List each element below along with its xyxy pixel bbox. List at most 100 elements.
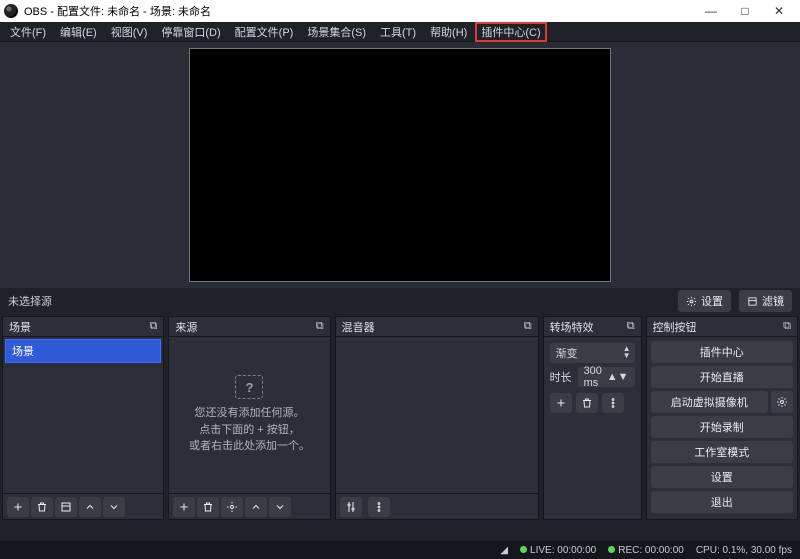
popout-icon[interactable]: ⧉ [783, 320, 791, 333]
remove-transition-button[interactable] [576, 393, 598, 413]
scene-up-button[interactable] [79, 497, 101, 517]
titlebar: OBS - 配置文件: 未命名 - 场景: 未命名 — □ ✕ [0, 0, 800, 22]
scene-filters-button[interactable] [55, 497, 77, 517]
exit-button[interactable]: 退出 [651, 491, 793, 513]
add-transition-button[interactable] [550, 393, 572, 413]
mixer-header: 混音器 ⧉ [336, 317, 538, 337]
mixer-title: 混音器 [342, 319, 375, 335]
spinner-icon: ▲▼ [623, 345, 631, 359]
maximize-button[interactable]: □ [728, 0, 762, 22]
close-button[interactable]: ✕ [762, 0, 796, 22]
menu-profile[interactable]: 配置文件(P) [229, 22, 300, 42]
remove-source-button[interactable] [197, 497, 219, 517]
transitions-title: 转场特效 [550, 319, 594, 335]
controls-dock: 控制按钮 ⧉ 插件中心 开始直播 启动虚拟摄像机 开始录制 工作室模式 设置 退… [646, 316, 798, 520]
transition-type-value: 渐变 [556, 345, 578, 361]
empty-text-1: 您还没有添加任何源。 [194, 405, 304, 422]
sources-title: 来源 [175, 319, 197, 335]
duration-input[interactable]: 300 ms ▲▼ [578, 367, 635, 387]
mixer-dock: 混音器 ⧉ [335, 316, 539, 520]
start-recording-button[interactable]: 开始录制 [651, 416, 793, 438]
controls-body: 插件中心 开始直播 启动虚拟摄像机 开始录制 工作室模式 设置 退出 [647, 337, 797, 519]
statusbar: ◢ LIVE: 00:00:00 REC: 00:00:00 CPU: 0.1%… [0, 541, 800, 559]
popout-icon[interactable]: ⧉ [627, 320, 635, 333]
add-source-button[interactable] [173, 497, 195, 517]
menubar: 文件(F)编辑(E)视图(V)停靠窗口(D)配置文件(P)场景集合(S)工具(T… [0, 22, 800, 42]
filters-label: 滤镜 [762, 293, 784, 309]
start-virtual-camera-button[interactable]: 启动虚拟摄像机 [651, 391, 768, 413]
menu-help[interactable]: 帮助(H) [424, 22, 473, 42]
preview-canvas[interactable] [189, 48, 611, 282]
transition-buttons [550, 393, 635, 413]
mixer-toolbar [336, 493, 538, 519]
source-down-button[interactable] [269, 497, 291, 517]
plugin-center-button[interactable]: 插件中心 [651, 341, 793, 363]
settings-button[interactable]: 设置 [651, 466, 793, 488]
menu-tools[interactable]: 工具(T) [374, 22, 422, 42]
scenes-dock: 场景 ⧉ 场景 [2, 316, 164, 520]
preview-area [0, 42, 800, 288]
properties-label: 设置 [701, 293, 723, 309]
scene-down-button[interactable] [103, 497, 125, 517]
scenes-header: 场景 ⧉ [3, 317, 163, 337]
duration-row: 时长 300 ms ▲▼ [550, 367, 635, 387]
signal-icon: ◢ [500, 545, 508, 556]
question-icon: ? [235, 375, 263, 399]
studio-mode-button[interactable]: 工作室模式 [651, 441, 793, 463]
scenes-body[interactable]: 场景 [3, 337, 163, 493]
mixer-settings-button[interactable] [340, 497, 362, 517]
window-controls: — □ ✕ [694, 0, 796, 22]
mixer-menu-button[interactable] [368, 497, 390, 517]
popout-icon[interactable]: ⧉ [524, 320, 532, 333]
minimize-button[interactable]: — [694, 0, 728, 22]
spinner-icon: ▲▼ [607, 371, 629, 383]
start-streaming-button[interactable]: 开始直播 [651, 366, 793, 388]
transition-type-select[interactable]: 渐变 ▲▼ [550, 343, 635, 363]
live-dot-icon [520, 546, 527, 553]
rec-dot-icon [608, 546, 615, 553]
source-properties-button[interactable] [221, 497, 243, 517]
sources-header: 来源 ⧉ [169, 317, 329, 337]
source-toolbar: 未选择源 设置 滤镜 [0, 288, 800, 314]
menu-edit[interactable]: 编辑(E) [54, 22, 103, 42]
status-cpu: CPU: 0.1%, 30.00 fps [696, 545, 792, 556]
status-rec: REC: 00:00:00 [608, 545, 684, 556]
menu-file[interactable]: 文件(F) [4, 22, 52, 42]
scenes-title: 场景 [9, 319, 31, 335]
controls-title: 控制按钮 [653, 319, 697, 335]
transition-menu-button[interactable] [602, 393, 624, 413]
controls-header: 控制按钮 ⧉ [647, 317, 797, 337]
filters-icon [747, 296, 758, 307]
menu-view[interactable]: 视图(V) [105, 22, 154, 42]
gear-icon [686, 296, 697, 307]
duration-value: 300 ms [584, 365, 607, 389]
sources-dock: 来源 ⧉ ? 您还没有添加任何源。 点击下面的 + 按钮， 或者右击此处添加一个… [168, 316, 330, 520]
window-title: OBS - 配置文件: 未命名 - 场景: 未命名 [24, 3, 211, 19]
no-source-label: 未选择源 [8, 293, 52, 309]
docks-row: 场景 ⧉ 场景 来源 ⧉ ? 您还没有添加任何源。 点击下面的 + 按钮， 或者… [0, 314, 800, 520]
menu-dock[interactable]: 停靠窗口(D) [155, 22, 226, 42]
scenes-toolbar [3, 493, 163, 519]
sources-body[interactable]: ? 您还没有添加任何源。 点击下面的 + 按钮， 或者右击此处添加一个。 [169, 337, 329, 493]
transitions-body: 渐变 ▲▼ 时长 300 ms ▲▼ [544, 337, 641, 519]
properties-button[interactable]: 设置 [678, 290, 731, 312]
menu-plugin-center[interactable]: 插件中心(C) [475, 22, 546, 42]
scene-item[interactable]: 场景 [5, 339, 161, 363]
virtual-camera-settings-button[interactable] [771, 391, 793, 413]
duration-label: 时长 [550, 369, 574, 385]
obs-logo-icon [4, 4, 18, 18]
add-scene-button[interactable] [7, 497, 29, 517]
empty-text-3: 或者右击此处添加一个。 [189, 438, 310, 455]
popout-icon[interactable]: ⧉ [149, 320, 157, 333]
sources-toolbar [169, 493, 329, 519]
transitions-header: 转场特效 ⧉ [544, 317, 641, 337]
menu-scene-collection[interactable]: 场景集合(S) [301, 22, 372, 42]
source-up-button[interactable] [245, 497, 267, 517]
remove-scene-button[interactable] [31, 497, 53, 517]
empty-text-2: 点击下面的 + 按钮， [199, 422, 300, 439]
mixer-body[interactable] [336, 337, 538, 493]
popout-icon[interactable]: ⧉ [316, 320, 324, 333]
filters-button[interactable]: 滤镜 [739, 290, 792, 312]
status-live: LIVE: 00:00:00 [520, 545, 596, 556]
transitions-dock: 转场特效 ⧉ 渐变 ▲▼ 时长 300 ms ▲▼ [543, 316, 642, 520]
